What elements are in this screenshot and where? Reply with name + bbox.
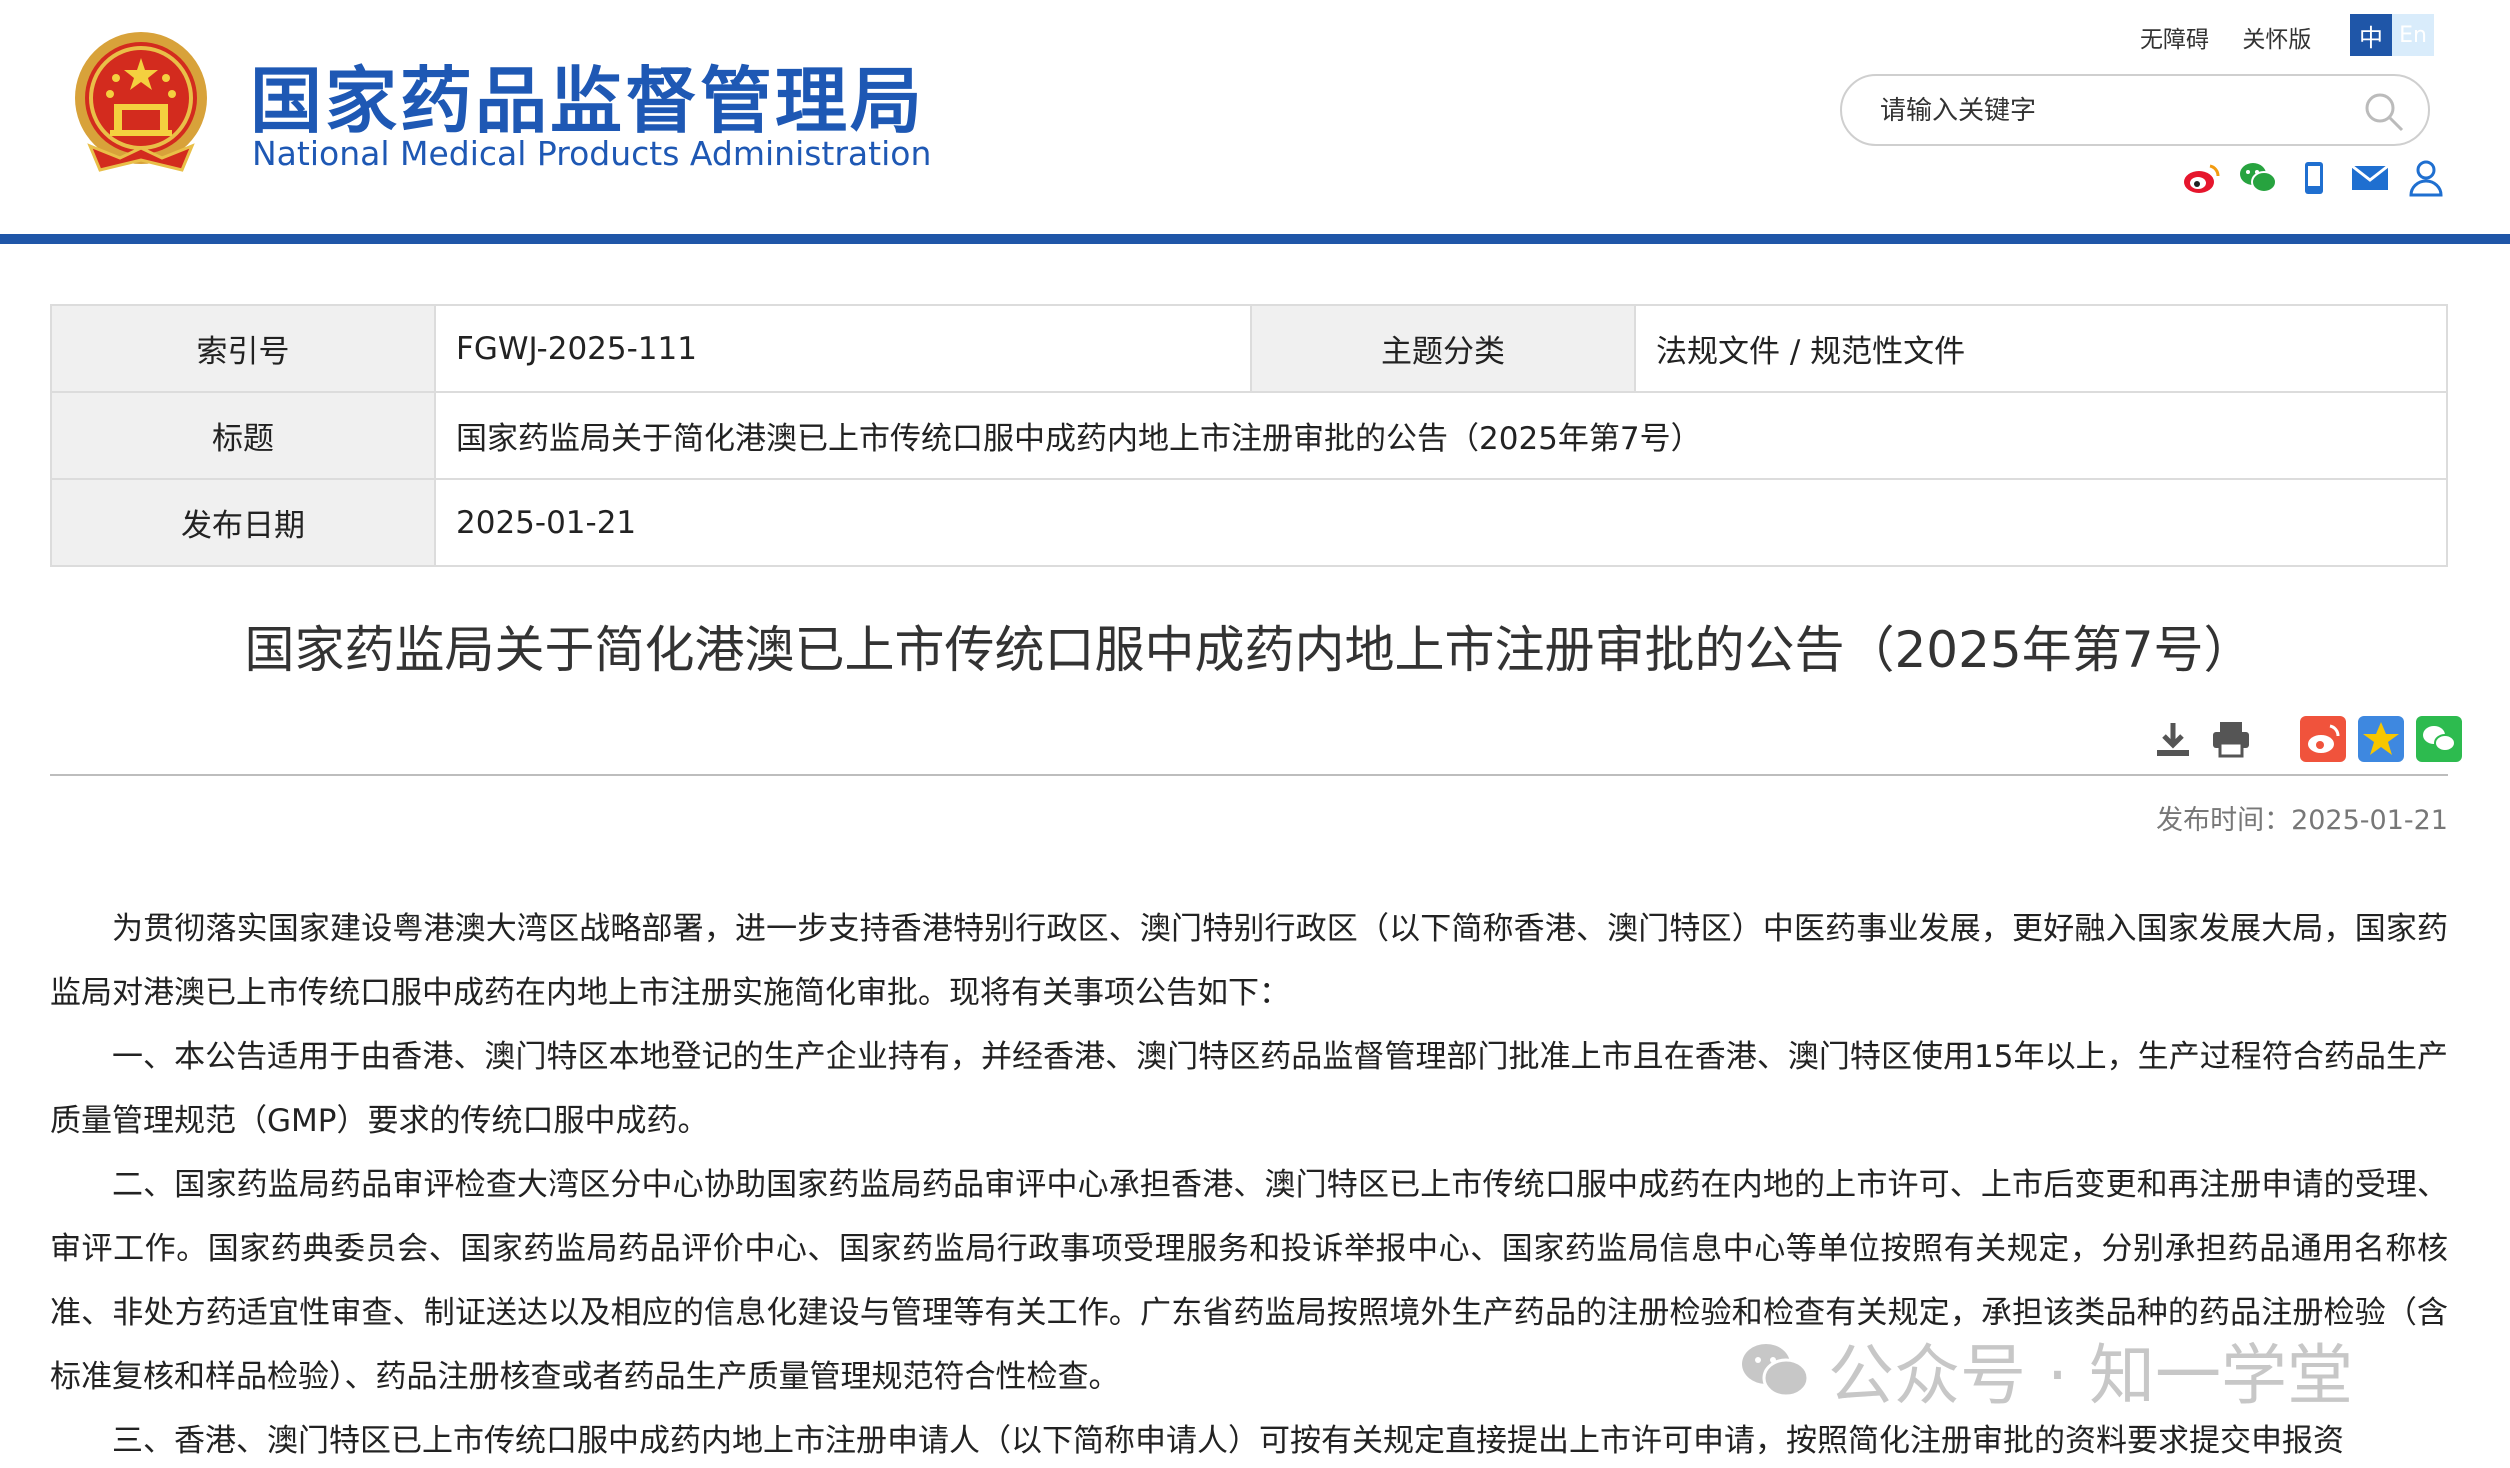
language-switch: 中 En — [2350, 14, 2440, 56]
watermark-text: 公众号 · 知一学堂 — [1828, 1337, 2353, 1414]
article-tools — [2140, 714, 2464, 764]
table-row: 索引号 FGWJ-2025-111 主题分类 法规文件 / 规范性文件 — [50, 304, 2448, 393]
favorite-icon[interactable] — [2356, 714, 2406, 764]
index-value: FGWJ-2025-111 — [434, 304, 1252, 393]
care-mode-link[interactable]: 关怀版 — [2242, 27, 2311, 53]
print-icon[interactable] — [2206, 714, 2256, 764]
watermark: 公众号 · 知一学堂 — [1740, 1322, 2353, 1418]
search-box — [1840, 74, 2430, 146]
weibo-icon[interactable] — [2180, 156, 2224, 200]
social-icons — [2180, 156, 2448, 200]
category-value: 法规文件 / 规范性文件 — [1634, 304, 2448, 393]
site-logo-english[interactable]: National Medical Products Administration — [252, 134, 931, 173]
search-input[interactable] — [1880, 92, 2350, 130]
user-icon[interactable] — [2404, 156, 2448, 200]
publish-time: 发布时间：2025-01-21 — [2156, 805, 2448, 836]
wechat-watermark-icon — [1742, 1344, 1810, 1398]
article-paragraph: 一、本公告适用于由香港、澳门特区本地登记的生产企业持有，并经香港、澳门特区药品监… — [50, 1039, 2448, 1139]
date-value: 2025-01-21 — [434, 478, 2448, 567]
article-title: 国家药监局关于简化港澳已上市传统口服中成药内地上市注册审批的公告（2025年第7… — [244, 621, 2254, 679]
lang-en-button[interactable]: En — [2392, 14, 2434, 56]
top-links: 无障碍 关怀版 — [2140, 20, 2337, 54]
document-info-table: 索引号 FGWJ-2025-111 主题分类 法规文件 / 规范性文件 标题 国… — [50, 304, 2448, 567]
article-paragraph: 为贯彻落实国家建设粤港澳大湾区战略部署，进一步支持香港特别行政区、澳门特别行政区… — [50, 911, 2448, 1011]
title-value: 国家药监局关于简化港澳已上市传统口服中成药内地上市注册审批的公告（2025年第7… — [434, 391, 2448, 480]
weibo-share-icon[interactable] — [2298, 714, 2348, 764]
mail-icon[interactable] — [2348, 156, 2392, 200]
table-row: 标题 国家药监局关于简化港澳已上市传统口服中成药内地上市注册审批的公告（2025… — [50, 391, 2448, 480]
site-logo-chinese[interactable]: 国家药品监督管理局 — [250, 42, 925, 147]
mobile-icon[interactable] — [2292, 156, 2336, 200]
title-divider — [50, 774, 2448, 776]
wechat-share-icon[interactable] — [2414, 714, 2464, 764]
category-label: 主题分类 — [1250, 304, 1636, 393]
search-icon[interactable] — [2362, 90, 2406, 134]
index-label: 索引号 — [50, 304, 436, 393]
lang-zh-button[interactable]: 中 — [2350, 14, 2392, 56]
national-emblem-icon — [70, 28, 212, 176]
date-label: 发布日期 — [50, 478, 436, 567]
site-header: 国家药品监督管理局 National Medical Products Admi… — [0, 0, 2510, 236]
download-icon[interactable] — [2148, 714, 2198, 764]
accessibility-link[interactable]: 无障碍 — [2140, 27, 2209, 53]
title-label: 标题 — [50, 391, 436, 480]
table-row: 发布日期 2025-01-21 — [50, 478, 2448, 567]
wechat-icon[interactable] — [2236, 156, 2280, 200]
header-divider-bar — [0, 234, 2510, 244]
